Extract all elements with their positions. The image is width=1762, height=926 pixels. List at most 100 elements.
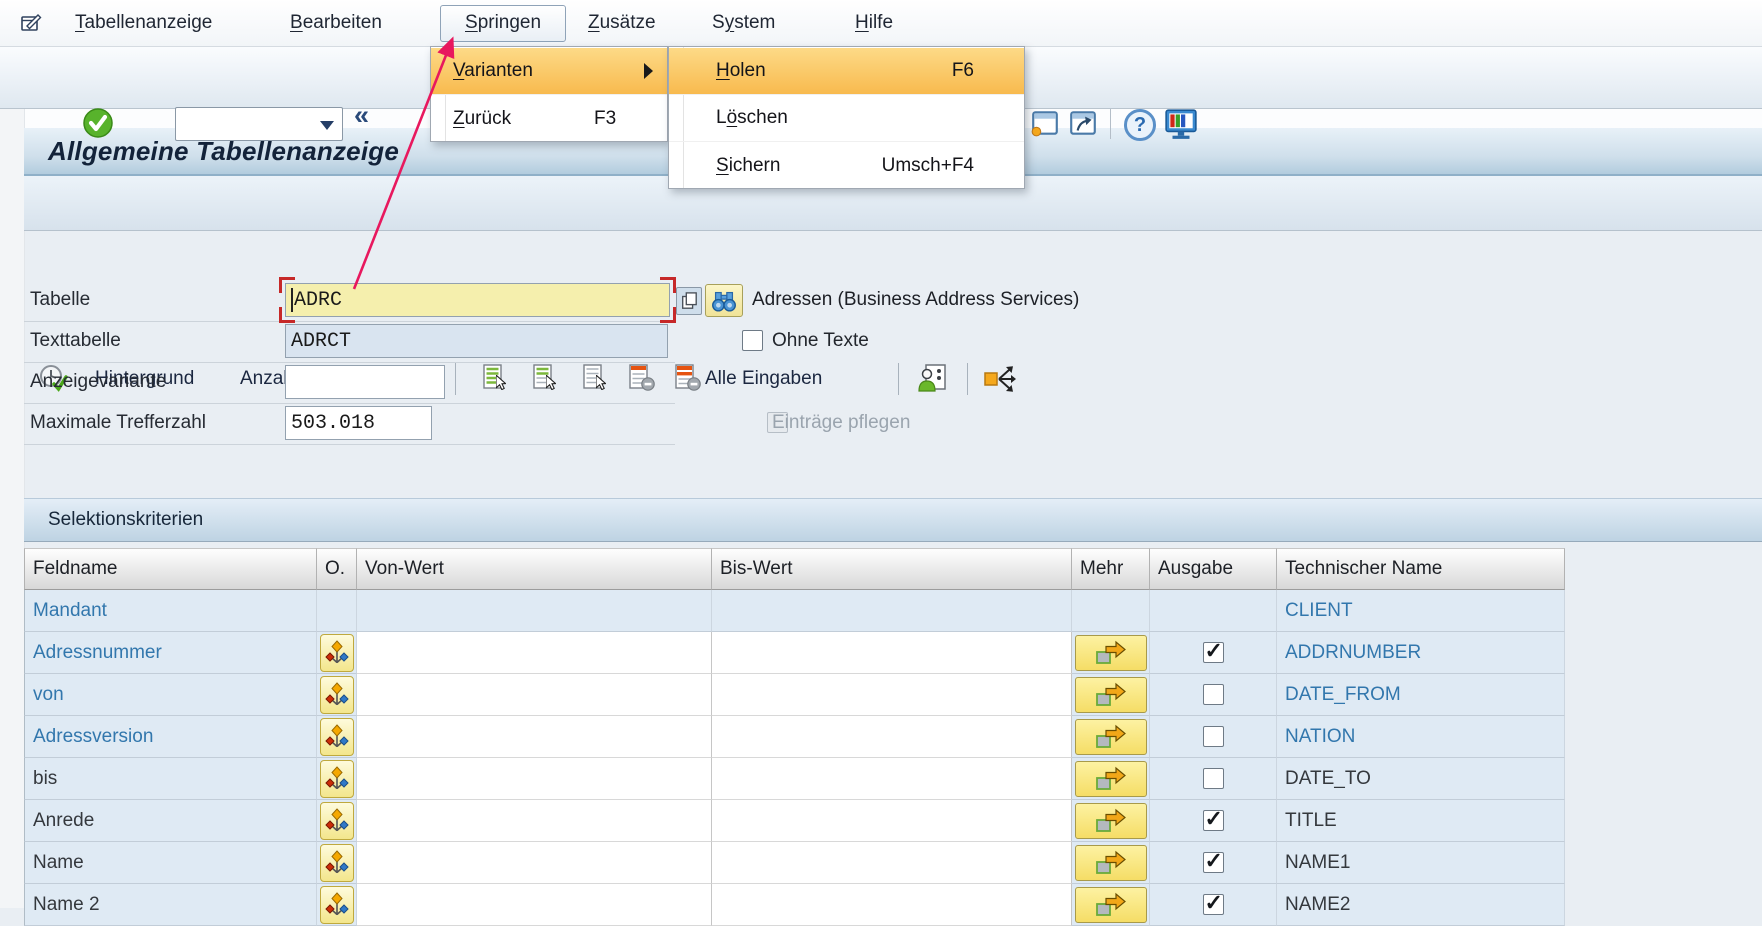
new-session-button[interactable]	[1028, 108, 1062, 140]
technical-name: NAME2	[1285, 894, 1350, 915]
multiple-selection-button[interactable]	[1075, 719, 1147, 755]
search-help-button[interactable]	[705, 284, 743, 317]
delete-selection-button[interactable]	[628, 363, 656, 395]
menu-shortcut: F3	[594, 108, 616, 130]
submenu-arrow-icon	[644, 63, 653, 79]
menubar-item-tabellenanzeige[interactable]: Tabellenanzeige	[75, 0, 212, 46]
texttabelle-label: Texttabelle	[30, 324, 121, 358]
output-checkbox[interactable]	[1203, 810, 1224, 831]
bis-wert-input[interactable]	[712, 674, 1072, 716]
export-button[interactable]	[983, 363, 1017, 395]
menubar-item-bearbeiten[interactable]: Bearbeiten	[290, 0, 382, 46]
field-label: bis	[33, 768, 57, 789]
bis-wert-input[interactable]	[712, 632, 1072, 674]
menubar-item-system[interactable]: System	[712, 0, 775, 46]
menu-item-zurueck[interactable]: Zurück F3	[431, 95, 667, 142]
help-icon[interactable]	[1124, 109, 1156, 141]
field-label: Adressnummer	[33, 642, 162, 663]
bis-wert-input	[712, 590, 1072, 632]
copy-field-button[interactable]	[676, 287, 702, 315]
menu-item-holen[interactable]: Holen F6	[669, 48, 1024, 95]
bis-wert-input[interactable]	[712, 716, 1072, 758]
menubar-item-zusaetze[interactable]: Zusätze	[588, 0, 656, 46]
table-row: von DATE_FROM	[24, 674, 1565, 716]
multiple-selection-button[interactable]	[1075, 845, 1147, 881]
von-wert-input[interactable]	[357, 632, 712, 674]
menu-item-loeschen[interactable]: Löschen	[669, 95, 1024, 142]
command-field[interactable]	[175, 107, 343, 141]
table-row: Name NAME1	[24, 842, 1565, 884]
von-wert-input[interactable]	[357, 842, 712, 884]
selection-option-button[interactable]	[320, 760, 354, 798]
col-header-bis-wert: Bis-Wert	[712, 548, 1072, 590]
menu-item-sichern[interactable]: Sichern Umsch+F4	[669, 142, 1024, 189]
customize-layout-button[interactable]	[1164, 108, 1198, 140]
von-wert-input[interactable]	[357, 884, 712, 926]
multiple-selection-button[interactable]	[1075, 761, 1147, 797]
technical-name: CLIENT	[1285, 600, 1353, 621]
max-trefferzahl-value: 503.018	[291, 412, 375, 435]
user-parameters-button[interactable]	[917, 363, 947, 395]
output-checkbox[interactable]	[1203, 642, 1224, 663]
create-shortcut-button[interactable]	[1066, 108, 1100, 140]
output-checkbox[interactable]	[1203, 852, 1224, 873]
command-input[interactable]	[180, 109, 314, 141]
von-wert-input[interactable]	[357, 716, 712, 758]
table-row: Mandant CLIENT	[24, 590, 1565, 632]
menubar-item-springen[interactable]: Springen	[440, 5, 566, 42]
von-wert-input[interactable]	[357, 800, 712, 842]
menu-bar: Tabellenanzeige Bearbeiten Springen Zusä…	[0, 0, 1762, 47]
multiple-selection-button[interactable]	[1075, 677, 1147, 713]
col-header-feldname: Feldname	[24, 548, 317, 590]
col-header-mehr: Mehr	[1072, 548, 1150, 590]
output-checkbox[interactable]	[1203, 894, 1224, 915]
toolbar-separator	[1110, 109, 1111, 139]
texttabelle-value: ADRCT	[291, 330, 351, 353]
delete-all-selections-button[interactable]	[674, 363, 702, 395]
col-header-technischer-name: Technischer Name	[1277, 548, 1565, 590]
tabelle-field[interactable]: ADRC	[285, 283, 670, 317]
bis-wert-input[interactable]	[712, 884, 1072, 926]
menubar-item-hilfe[interactable]: Hilfe	[855, 0, 893, 46]
selection-group-header	[24, 498, 1762, 542]
selection-table: Feldname O. Von-Wert Bis-Wert Mehr Ausga…	[24, 548, 1565, 926]
tabelle-description: Adressen (Business Address Services)	[752, 283, 1079, 317]
technical-name: NATION	[1285, 726, 1355, 747]
enter-button[interactable]	[82, 107, 114, 139]
output-checkbox[interactable]	[1203, 768, 1224, 789]
menu-item-varianten[interactable]: Varianten	[431, 48, 667, 95]
tabelle-value: ADRC	[294, 289, 342, 312]
multiple-selection-button[interactable]	[1075, 635, 1147, 671]
multiple-selection-button[interactable]	[1075, 803, 1147, 839]
multiple-selection-button[interactable]	[1075, 887, 1147, 923]
select-block-button[interactable]	[532, 363, 560, 395]
selection-option-button[interactable]	[320, 634, 354, 672]
anzeigevariante-field[interactable]	[285, 365, 445, 399]
max-trefferzahl-field[interactable]: 503.018	[285, 406, 432, 440]
bis-wert-input[interactable]	[712, 842, 1072, 884]
selection-option-button[interactable]	[320, 886, 354, 924]
select-all-button[interactable]	[482, 363, 510, 395]
von-wert-input	[357, 590, 712, 632]
von-wert-input[interactable]	[357, 674, 712, 716]
command-dropdown-icon[interactable]	[320, 121, 334, 130]
selection-option-button[interactable]	[320, 802, 354, 840]
bis-wert-input[interactable]	[712, 800, 1072, 842]
collapse-toolbar-icon[interactable]: «	[354, 100, 369, 131]
von-wert-input[interactable]	[357, 758, 712, 800]
ohne-texte-label: Ohne Texte	[772, 324, 869, 358]
alle-eingaben-button[interactable]: Alle Eingaben	[705, 352, 822, 406]
ohne-texte-checkbox[interactable]	[742, 330, 763, 351]
output-checkbox[interactable]	[1203, 726, 1224, 747]
screen-menu-icon[interactable]	[20, 12, 42, 39]
bis-wert-input[interactable]	[712, 758, 1072, 800]
col-header-option: O.	[317, 548, 357, 590]
field-label: Mandant	[33, 600, 107, 621]
deselect-all-button[interactable]	[582, 363, 610, 395]
technical-name: NAME1	[1285, 852, 1350, 873]
selection-option-button[interactable]	[320, 718, 354, 756]
output-checkbox[interactable]	[1203, 684, 1224, 705]
selection-option-button[interactable]	[320, 844, 354, 882]
menu-shortcut: Umsch+F4	[882, 155, 974, 177]
selection-option-button[interactable]	[320, 676, 354, 714]
